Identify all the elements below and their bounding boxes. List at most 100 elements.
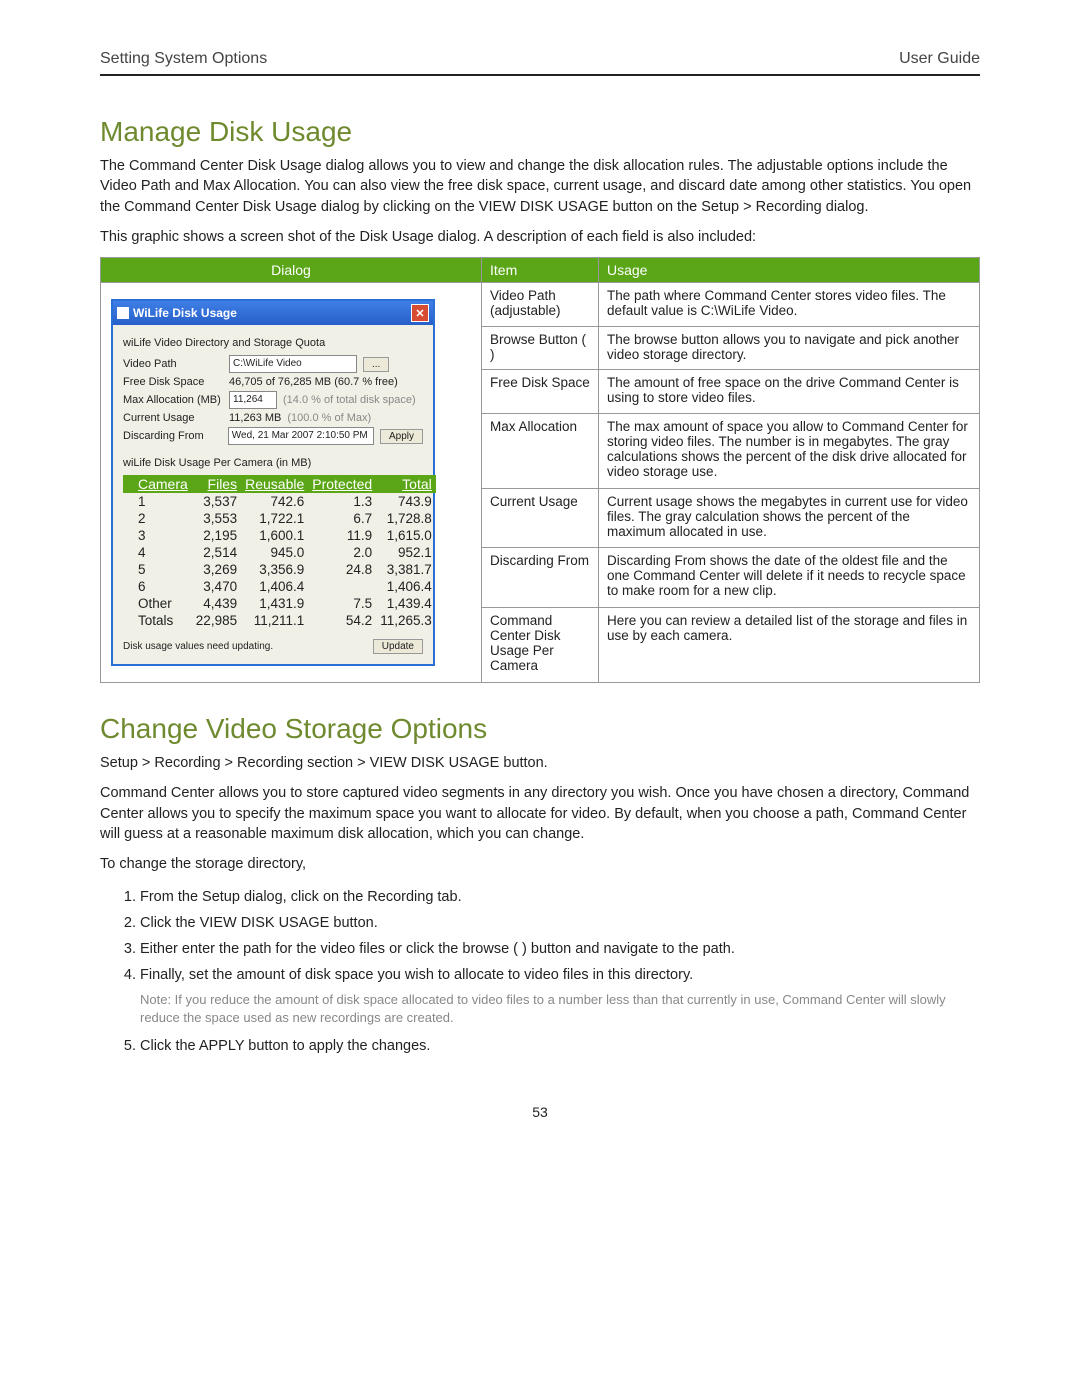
body-paragraph: To change the storage directory,: [100, 854, 980, 874]
intro-paragraph-2: This graphic shows a screen shot of the …: [100, 227, 980, 247]
table-cell: 22,985: [192, 612, 241, 629]
max-allocation-pct: (14.0 % of total disk space): [283, 394, 416, 406]
table-row: Current Usage: [482, 489, 599, 548]
table-cell: 1,728.8: [376, 510, 436, 527]
step-item: Click the VIEW DISK USAGE button.: [140, 915, 980, 931]
step-text: Finally, set the amount of disk space yo…: [140, 967, 693, 983]
update-button[interactable]: Update: [373, 639, 423, 654]
header-left: Setting System Options: [100, 50, 267, 68]
header-right: User Guide: [899, 50, 980, 68]
apply-button[interactable]: Apply: [380, 429, 423, 444]
table-cell: 1: [123, 493, 192, 510]
table-row: The max amount of space you allow to Com…: [599, 413, 980, 488]
table-cell: 952.1: [376, 544, 436, 561]
dialog-app-icon: [117, 307, 129, 319]
video-path-input[interactable]: C:\WiLife Video: [229, 355, 357, 373]
table-cell: 5: [123, 561, 192, 578]
table-cell: 6: [123, 578, 192, 595]
table-row: Browse Button ( ): [482, 326, 599, 370]
table-cell: 3,269: [192, 561, 241, 578]
col-usage: Usage: [599, 258, 980, 283]
table-cell: 743.9: [376, 493, 436, 510]
table-cell: 1,722.1: [241, 510, 308, 527]
body-paragraph: Command Center allows you to store captu…: [100, 783, 980, 844]
table-cell: 1,439.4: [376, 595, 436, 612]
intro-paragraph-1: The Command Center Disk Usage dialog all…: [100, 156, 980, 217]
table-cell: 1,600.1: [241, 527, 308, 544]
table-cell: 24.8: [308, 561, 376, 578]
table-row: Video Path (adjustable): [482, 283, 599, 327]
current-usage-value: 11,263 MB: [229, 412, 281, 424]
table-cell: 1,615.0: [376, 527, 436, 544]
table-cell: 54.2: [308, 612, 376, 629]
close-icon[interactable]: ✕: [411, 304, 429, 322]
browse-button[interactable]: ...: [363, 357, 389, 372]
table-cell: 3,381.7: [376, 561, 436, 578]
nav-path: Setup > Recording > Recording section > …: [100, 753, 980, 773]
table-cell: 7.5: [308, 595, 376, 612]
table-cell: 3,537: [192, 493, 241, 510]
step-item: Click the APPLY button to apply the chan…: [140, 1038, 980, 1054]
table-row: Free Disk Space: [482, 370, 599, 414]
table-cell: 3,553: [192, 510, 241, 527]
table-cell: 3,470: [192, 578, 241, 595]
disk-usage-dialog: WiLife Disk Usage ✕ wiLife Video Directo…: [111, 299, 435, 666]
step-item: From the Setup dialog, click on the Reco…: [140, 889, 980, 905]
max-allocation-input[interactable]: 11,264: [229, 391, 277, 409]
table-cell: 2,514: [192, 544, 241, 561]
table-cell: 11,211.1: [241, 612, 308, 629]
dialog-screenshot-cell: WiLife Disk Usage ✕ wiLife Video Directo…: [101, 283, 482, 683]
table-cell: Other: [123, 595, 192, 612]
col-item: Item: [482, 258, 599, 283]
video-path-label: Video Path: [123, 358, 223, 370]
table-cell: 1,406.4: [376, 578, 436, 595]
step-item: Either enter the path for the video file…: [140, 941, 980, 957]
table-cell: 6.7: [308, 510, 376, 527]
table-cell: 2,195: [192, 527, 241, 544]
discarding-from-value: Wed, 21 Mar 2007 2:10:50 PM: [228, 427, 374, 445]
step-note: Note: If you reduce the amount of disk s…: [140, 991, 980, 1027]
discarding-from-label: Discarding From: [123, 430, 222, 442]
step-item: Finally, set the amount of disk space yo…: [140, 967, 980, 1027]
col-total: Total: [376, 475, 436, 493]
col-dialog: Dialog: [101, 258, 482, 283]
free-disk-value: 46,705 of 76,285 MB (60.7 % free): [229, 376, 398, 388]
max-allocation-label: Max Allocation (MB): [123, 394, 223, 406]
table-cell: 742.6: [241, 493, 308, 510]
current-usage-label: Current Usage: [123, 412, 223, 424]
col-protected: Protected: [308, 475, 376, 493]
col-camera: Camera: [123, 475, 192, 493]
table-cell: 4: [123, 544, 192, 561]
table-cell: [308, 578, 376, 595]
table-row: The browse button allows you to navigate…: [599, 326, 980, 370]
current-usage-pct: (100.0 % of Max): [287, 412, 371, 424]
col-reusable: Reusable: [241, 475, 308, 493]
page-number: 53: [100, 1104, 980, 1120]
dialog-title: WiLife Disk Usage: [133, 306, 237, 320]
free-disk-label: Free Disk Space: [123, 376, 223, 388]
dialog-section-per-camera: wiLife Disk Usage Per Camera (in MB): [123, 457, 423, 469]
table-cell: 1,431.9: [241, 595, 308, 612]
update-message: Disk usage values need updating.: [123, 641, 273, 652]
table-row: Discarding From: [482, 548, 599, 607]
heading-change-video-storage: Change Video Storage Options: [100, 713, 980, 745]
table-cell: 2.0: [308, 544, 376, 561]
table-row: Discarding From shows the date of the ol…: [599, 548, 980, 607]
table-row: Max Allocation: [482, 413, 599, 488]
dialog-titlebar: WiLife Disk Usage ✕: [113, 301, 433, 325]
table-cell: 1.3: [308, 493, 376, 510]
page-header: Setting System Options User Guide: [100, 50, 980, 76]
table-cell: 4,439: [192, 595, 241, 612]
table-row: Command Center Disk Usage Per Camera: [482, 607, 599, 682]
table-cell: 11.9: [308, 527, 376, 544]
col-files: Files: [192, 475, 241, 493]
table-row: The path where Command Center stores vid…: [599, 283, 980, 327]
table-cell: Totals: [123, 612, 192, 629]
table-cell: 2: [123, 510, 192, 527]
table-cell: 945.0: [241, 544, 308, 561]
table-cell: 3: [123, 527, 192, 544]
table-row: Current usage shows the megabytes in cur…: [599, 489, 980, 548]
per-camera-table: Camera Files Reusable Protected Total 13…: [123, 475, 436, 629]
heading-manage-disk-usage: Manage Disk Usage: [100, 116, 980, 148]
table-row: The amount of free space on the drive Co…: [599, 370, 980, 414]
